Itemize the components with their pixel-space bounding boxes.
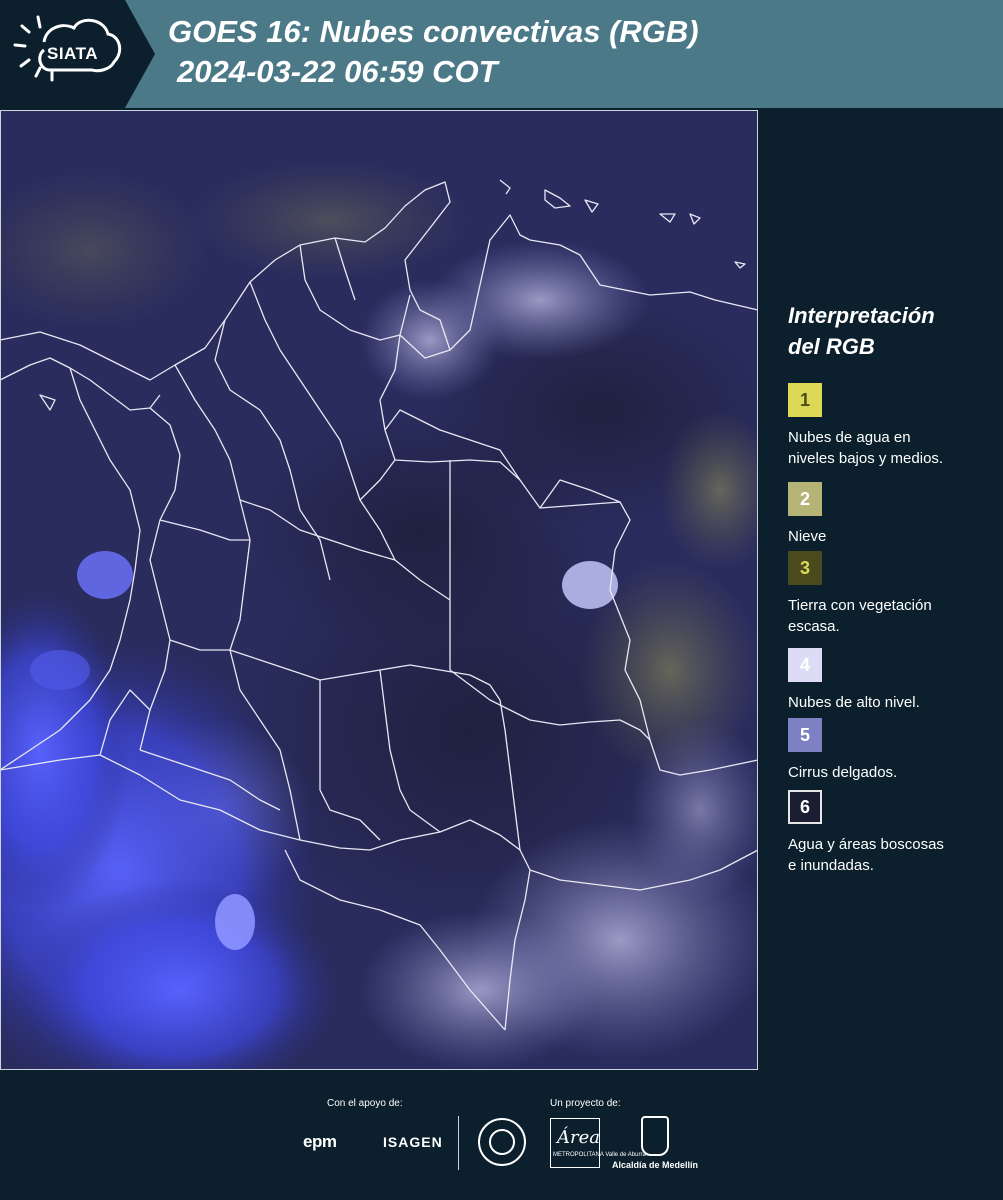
legend-label-line1: Agua y áreas boscosas [788,836,944,853]
legend-title-line2: del RGB [788,334,875,359]
legend-label-line1: Nubes de alto nivel. [788,694,920,711]
university-seal-icon [478,1118,526,1166]
map-canvas [0,110,758,1070]
legend-swatch: 5 [788,718,822,752]
legend-label: Tierra con vegetación escasa. [788,595,988,637]
isagen-logo: ISAGEN [383,1134,443,1150]
satellite-map[interactable] [0,110,758,1070]
legend-label: Nubes de alto nivel. [788,692,988,713]
header-bar: SIATA GOES 16: Nubes convectivas (RGB) 2… [0,0,1003,108]
legend-label-line2: niveles bajos y medios. [788,450,944,467]
legend-swatch: 3 [788,551,822,585]
area-logo-sub: METROPOLITANA Valle de Aburrá [553,1152,646,1158]
legend-swatch: 4 [788,648,822,682]
legend-swatch: 6 [788,790,822,824]
legend-label: Nieve [788,526,988,547]
legend-title-line1: Interpretación [788,303,935,328]
alcaldia-emblem-icon [641,1116,669,1156]
logo-text: SIATA [47,44,98,63]
page-timestamp: 2024-03-22 06:59 COT [177,54,498,89]
project-label: Un proyecto de: [550,1098,621,1109]
legend-label-line2: e inundadas. [788,857,874,874]
alcaldia-logo-text: Alcaldía de Medellín [612,1160,699,1170]
legend-swatch: 1 [788,383,822,417]
support-label: Con el apoyo de: [327,1098,403,1109]
legend-label-line2: escasa. [788,618,840,635]
area-logo-word: Área [557,1127,600,1148]
siata-logo: SIATA [0,0,155,108]
legend-label: Agua y áreas boscosas e inundadas. [788,834,988,876]
legend-label-line1: Cirrus delgados. [788,764,898,781]
rgb-legend: Interpretación del RGB 1 Nubes de agua en… [788,300,988,874]
footer: Con el apoyo de: Un proyecto de: epm ISA… [0,1070,1003,1200]
legend-title: Interpretación del RGB [788,300,988,362]
area-metropolitana-logo: Área METROPOLITANA Valle de Aburrá [550,1118,646,1168]
legend-label-line1: Tierra con vegetación [788,597,932,614]
page-title: GOES 16: Nubes convectivas (RGB) [168,14,699,49]
legend-swatch: 2 [788,482,822,516]
footer-divider [458,1116,459,1170]
legend-label: Cirrus delgados. [788,762,988,783]
epm-logo: epm [303,1132,337,1151]
legend-label: Nubes de agua en niveles bajos y medios. [788,427,988,469]
legend-label-line1: Nieve [788,528,827,545]
legend-label-line1: Nubes de agua en [788,429,911,446]
